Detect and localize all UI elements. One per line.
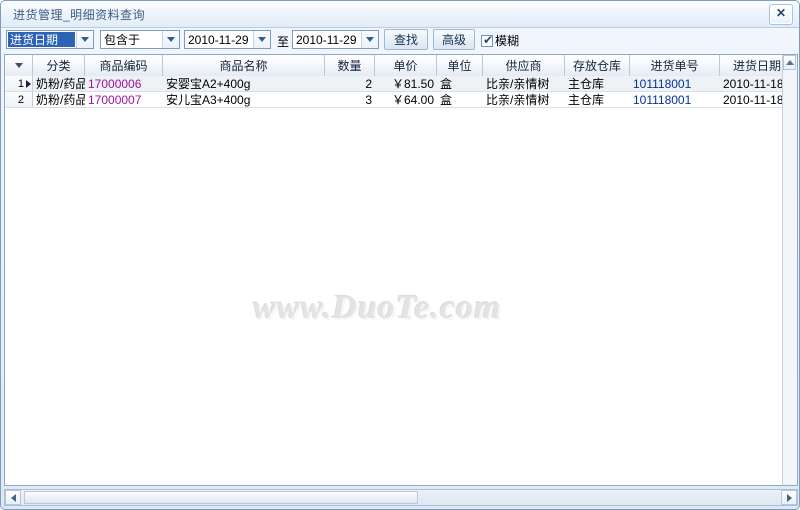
column-header-name[interactable]: 商品名称 [163,55,325,76]
row-number: 1 [17,77,24,90]
cell-category: 奶粉/药品 [36,77,85,91]
chevron-down-icon [14,63,23,68]
column-header-warehouse[interactable]: 存放仓库 [565,55,630,76]
cell-price: ￥81.50 [391,77,434,91]
date-from-picker[interactable]: 2010-11-29 [184,30,271,49]
date-to-arrow[interactable] [361,31,378,48]
field-select[interactable]: 进货日期 [6,30,94,49]
row-indicator[interactable]: 2 [5,92,33,107]
column-header-category[interactable]: 分类 [33,55,85,76]
current-row-pointer-icon [26,79,31,88]
chevron-left-icon [10,493,16,502]
chevron-up-icon [785,60,794,65]
cell-qty: 3 [365,92,372,107]
cell-name: 安儿宝A3+400g [166,93,251,107]
chevron-down-icon [167,37,175,42]
advanced-button[interactable]: 高级 [433,29,475,50]
checkbox-box: ✔ [481,32,494,47]
scroll-up-button[interactable] [783,55,796,70]
cell-warehouse: 主仓库 [568,77,605,91]
scroll-left-button[interactable] [5,490,21,505]
chevron-down-icon [81,37,89,42]
close-button[interactable]: ✕ [769,4,793,25]
fuzzy-checkbox-label: 模糊 [495,34,520,48]
search-button[interactable]: 查找 [384,29,428,50]
results-grid: 分类 商品编码 商品名称 数量 单价 单位 供应商 存放仓库 进货单号 进货日期… [4,54,798,486]
operator-select[interactable]: 包含于 [100,30,180,49]
row-indicator[interactable]: 1 [5,76,33,91]
row-number: 2 [17,93,24,106]
column-header-qty[interactable]: 数量 [325,55,375,76]
scrollbar-thumb[interactable] [24,491,418,504]
chevron-down-icon [258,37,266,42]
horizontal-scrollbar[interactable] [4,489,798,506]
scroll-right-button[interactable] [781,490,797,505]
chevron-right-icon [786,493,792,502]
cell-unit: 盒 [440,77,453,91]
cell-code: 17000007 [88,92,142,107]
query-toolbar: 进货日期 包含于 2010-11-29 至 2010-11-29 查找 高级 ✔… [1,28,799,53]
application-window: 进货管理_明细资料查询 ✕ 进货日期 包含于 2010-11-29 至 2010… [0,0,800,510]
column-header-indicator[interactable] [5,55,33,76]
table-row[interactable]: 1 奶粉/药品 17000006 安婴宝A2+400g 2 ￥81.50 盒 比… [5,76,797,92]
column-header-order-no[interactable]: 进货单号 [630,55,720,76]
cell-code: 17000006 [88,76,142,91]
field-select-value: 进货日期 [8,32,75,47]
date-to-value: 2010-11-29 [296,32,357,47]
check-icon: ✔ [483,32,494,47]
cell-order-no: 101118001 [633,92,692,107]
chevron-down-icon [366,37,374,42]
cell-supplier: 比亲/亲情树 [486,93,550,107]
operator-select-arrow[interactable] [162,31,179,48]
cell-name: 安婴宝A2+400g [166,77,251,91]
column-header-code[interactable]: 商品编码 [85,55,163,76]
grid-vertical-scrollbar[interactable] [782,55,797,485]
date-from-arrow[interactable] [253,31,270,48]
cell-order-no: 101118001 [633,76,692,91]
operator-select-value: 包含于 [104,33,141,47]
field-select-arrow[interactable] [76,31,93,48]
date-from-value: 2010-11-29 [188,32,249,47]
cell-qty: 2 [365,76,372,91]
cell-supplier: 比亲/亲情树 [486,77,550,91]
close-icon: ✕ [775,6,787,20]
scrollbar-track[interactable] [419,491,780,504]
center-watermark: www.DuoTe.com [253,289,502,326]
window-title: 进货管理_明细资料查询 [13,8,146,22]
table-row[interactable]: 2 奶粉/药品 17000007 安儿宝A3+400g 3 ￥64.00 盒 比… [5,92,797,108]
cell-category: 奶粉/药品 [36,93,85,107]
cell-warehouse: 主仓库 [568,93,605,107]
title-bar: 进货管理_明细资料查询 ✕ [1,1,799,28]
between-label: 至 [277,35,290,49]
fuzzy-checkbox[interactable]: ✔ 模糊 [481,32,519,49]
column-header-price[interactable]: 单价 [375,55,437,76]
grid-header-row: 分类 商品编码 商品名称 数量 单价 单位 供应商 存放仓库 进货单号 进货日期 [5,55,797,77]
column-header-unit[interactable]: 单位 [437,55,483,76]
cell-unit: 盒 [440,93,453,107]
cell-price: ￥64.00 [391,93,434,107]
date-to-picker[interactable]: 2010-11-29 [292,30,379,49]
column-header-supplier[interactable]: 供应商 [483,55,565,76]
